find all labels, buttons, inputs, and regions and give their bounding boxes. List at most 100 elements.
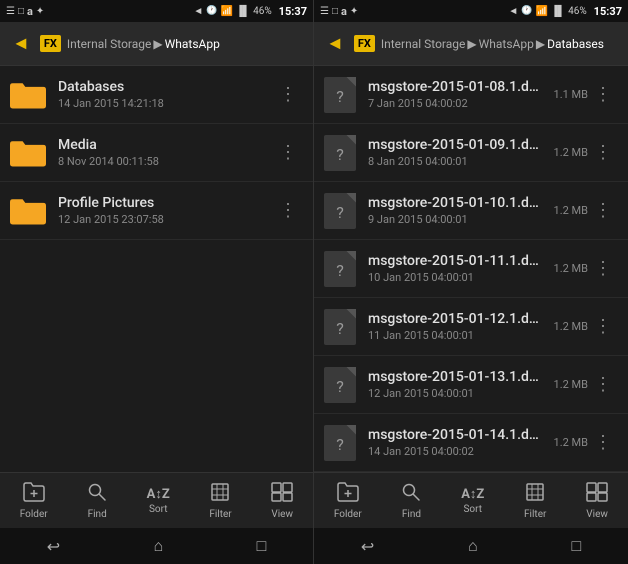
file-date-5: 12 Jan 2015 04:00:01	[368, 387, 546, 400]
search-icon-right	[401, 482, 421, 507]
filter-label-left: Filter	[209, 509, 231, 520]
folder-date-media: 8 Nov 2014 00:11:58	[58, 155, 273, 168]
find-button-left[interactable]: Find	[79, 478, 115, 524]
breadcrumb-whatsapp: WhatsApp	[165, 37, 220, 51]
list-item[interactable]: ? msgstore-2015-01-11.1.db.... 10 Jan 20…	[314, 240, 628, 298]
view-icon-left	[271, 482, 293, 507]
list-item[interactable]: ? msgstore-2015-01-13.1.db.... 12 Jan 20…	[314, 356, 628, 414]
add-folder-icon-r	[337, 482, 359, 507]
file-name-4: msgstore-2015-01-12.1.db....	[368, 311, 546, 327]
breadcrumb-internal-storage: Internal Storage	[67, 37, 152, 51]
file-name-1: msgstore-2015-01-09.1.db....	[368, 137, 546, 153]
list-item[interactable]: Profile Pictures 12 Jan 2015 23:07:58 ⋮	[0, 182, 313, 240]
volume-icon-r: ◄	[508, 6, 518, 17]
file-icon-0: ?	[324, 77, 356, 113]
recents-nav-left[interactable]: □	[241, 530, 283, 562]
search-icon-left	[87, 482, 107, 507]
back-nav-right[interactable]: ↩	[345, 531, 390, 562]
more-button-3[interactable]: ⋮	[588, 254, 618, 283]
more-button-media[interactable]: ⋮	[273, 138, 303, 167]
file-icon-6: ?	[324, 425, 356, 461]
file-date-1: 8 Jan 2015 04:00:01	[368, 155, 546, 168]
sort-button-right[interactable]: A↕Z Sort	[453, 482, 492, 519]
alarm-icon-r: 🕐	[521, 6, 532, 16]
filter-icon-left	[210, 482, 230, 507]
more-button-4[interactable]: ⋮	[588, 312, 618, 341]
more-button-2[interactable]: ⋮	[588, 196, 618, 225]
folder-date-profile: 12 Jan 2015 23:07:58	[58, 213, 273, 226]
folder-icon-databases	[10, 80, 46, 110]
bottom-toolbar-left: Folder Find A↕Z Sort	[0, 472, 313, 528]
breadcrumb-r-sep2: ▶	[536, 37, 545, 51]
find-button-right[interactable]: Find	[393, 478, 429, 524]
toolbar-right: ◄ FX Internal Storage ▶ WhatsApp ▶ Datab…	[314, 22, 628, 66]
sort-button-left[interactable]: A↕Z Sort	[139, 482, 178, 519]
file-size-5: 1.2 MB	[554, 378, 588, 391]
view-button-left[interactable]: View	[263, 478, 301, 524]
alarm-icon: 🕐	[206, 6, 217, 16]
signal-icon-r: ▐▌	[551, 6, 565, 17]
home-nav-left[interactable]: ⌂	[138, 530, 180, 562]
folder-button-left[interactable]: Folder	[12, 478, 56, 524]
file-info-1: msgstore-2015-01-09.1.db.... 8 Jan 2015 …	[368, 137, 546, 168]
filter-label-right: Filter	[524, 509, 546, 520]
left-panel: ☰ □ a ✦ ◄ 🕐 📶 ▐▌ 46% 15:37 ◄ FX Internal…	[0, 0, 314, 564]
list-item[interactable]: Media 8 Nov 2014 00:11:58 ⋮	[0, 124, 313, 182]
more-button-databases[interactable]: ⋮	[273, 80, 303, 109]
file-date-0: 7 Jan 2015 04:00:02	[368, 97, 546, 110]
breadcrumb-right: Internal Storage ▶ WhatsApp ▶ Databases	[381, 37, 604, 51]
more-button-6[interactable]: ⋮	[588, 428, 618, 457]
view-label-right: View	[586, 509, 608, 520]
filter-button-right[interactable]: Filter	[516, 478, 554, 524]
wifi-icon: 📶	[220, 6, 232, 17]
file-size-4: 1.2 MB	[554, 320, 588, 333]
folder-name-profile: Profile Pictures	[58, 195, 273, 211]
menu-icon: ☰	[6, 6, 15, 17]
folder-button-right[interactable]: Folder	[326, 478, 370, 524]
folder-list-left[interactable]: Databases 14 Jan 2015 14:21:18 ⋮ Media 8…	[0, 66, 313, 472]
file-size-1: 1.2 MB	[554, 146, 588, 159]
folder-info-profile: Profile Pictures 12 Jan 2015 23:07:58	[58, 195, 273, 226]
file-icon-4: ?	[324, 309, 356, 345]
file-list-right[interactable]: ? msgstore-2015-01-08.1.db.... 7 Jan 201…	[314, 66, 628, 472]
list-item[interactable]: ? msgstore-2015-01-12.1.db.... 11 Jan 20…	[314, 298, 628, 356]
file-date-4: 11 Jan 2015 04:00:01	[368, 329, 546, 342]
file-date-3: 10 Jan 2015 04:00:01	[368, 271, 546, 284]
file-name-2: msgstore-2015-01-10.1.db....	[368, 195, 546, 211]
back-nav-left[interactable]: ↩	[31, 531, 76, 562]
filter-button-left[interactable]: Filter	[201, 478, 239, 524]
more-button-1[interactable]: ⋮	[588, 138, 618, 167]
amazon-icon: a	[27, 5, 33, 18]
view-icon-right	[586, 482, 608, 507]
list-item[interactable]: ? msgstore-2015-01-09.1.db.... 8 Jan 201…	[314, 124, 628, 182]
list-item[interactable]: ? msgstore-2015-01-14.1.db.... 14 Jan 20…	[314, 414, 628, 472]
more-button-0[interactable]: ⋮	[588, 80, 618, 109]
nav-bar-left: ↩ ⌂ □	[0, 528, 313, 564]
status-bar-right: ☰ □ a ✦ ◄ 🕐 📶 ▐▌ 46% 15:37	[314, 0, 628, 22]
screenshot-icon: □	[18, 6, 24, 17]
file-info-6: msgstore-2015-01-14.1.db.... 14 Jan 2015…	[368, 427, 546, 458]
view-label-left: View	[271, 509, 293, 520]
view-button-right[interactable]: View	[578, 478, 616, 524]
file-name-5: msgstore-2015-01-13.1.db....	[368, 369, 546, 385]
file-icon-3: ?	[324, 251, 356, 287]
home-nav-right[interactable]: ⌂	[452, 530, 494, 562]
back-button-right[interactable]: ◄	[322, 29, 348, 58]
sort-label-right: Sort	[463, 504, 482, 515]
status-icons-right-left: ☰ □ a ✦	[320, 5, 358, 18]
more-button-profile[interactable]: ⋮	[273, 196, 303, 225]
folder-icon-profile	[10, 196, 46, 226]
find-label-left: Find	[88, 509, 107, 520]
list-item[interactable]: Databases 14 Jan 2015 14:21:18 ⋮	[0, 66, 313, 124]
file-date-6: 14 Jan 2015 04:00:02	[368, 445, 546, 458]
recents-nav-right[interactable]: □	[555, 530, 597, 562]
list-item[interactable]: ? msgstore-2015-01-08.1.db.... 7 Jan 201…	[314, 66, 628, 124]
sort-label-left: Sort	[149, 504, 168, 515]
list-item[interactable]: ? msgstore-2015-01-10.1.db.... 9 Jan 201…	[314, 182, 628, 240]
folder-info-media: Media 8 Nov 2014 00:11:58	[58, 137, 273, 168]
breadcrumb-r-whatsapp: WhatsApp	[479, 37, 534, 51]
file-size-0: 1.1 MB	[554, 88, 588, 101]
add-folder-icon	[23, 482, 45, 507]
back-button-left[interactable]: ◄	[8, 29, 34, 58]
more-button-5[interactable]: ⋮	[588, 370, 618, 399]
